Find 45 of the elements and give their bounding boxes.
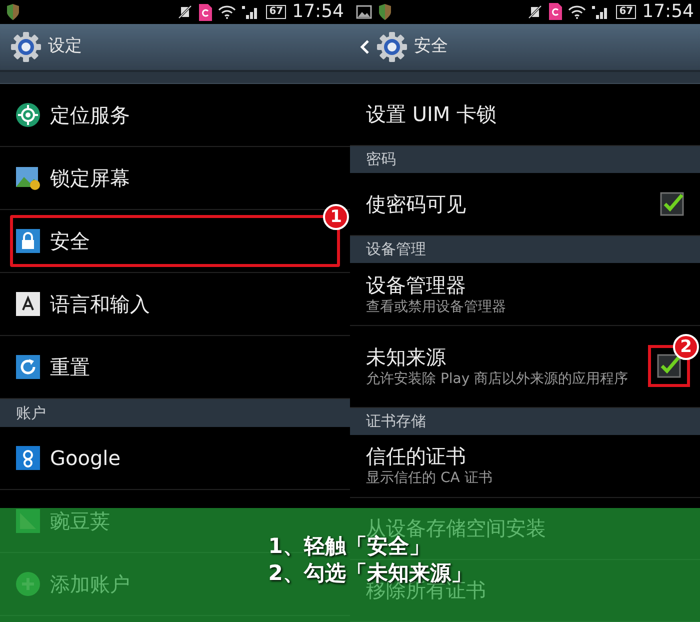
- vibrate-off-icon: [177, 5, 194, 19]
- wifi-icon: [218, 5, 236, 19]
- setting-title[interactable]: 使密码可见: [366, 191, 466, 218]
- setting-title[interactable]: 未知来源: [366, 344, 628, 370]
- vibrate-off-icon: [527, 4, 544, 19]
- sim-card-icon: [549, 3, 562, 20]
- back-icon[interactable]: [360, 38, 370, 55]
- shield-icon: [378, 4, 392, 20]
- section-header: 设备管理: [366, 239, 426, 260]
- setting-description: 查看或禁用设备管理器: [366, 298, 506, 316]
- setting-title[interactable]: 锁定屏幕: [50, 165, 130, 191]
- location-target-icon: [16, 103, 40, 127]
- setting-title[interactable]: 信任的证书: [366, 443, 492, 470]
- battery-level: 67: [266, 5, 286, 19]
- setting-title[interactable]: 定位服务: [50, 102, 130, 128]
- shield-icon: [6, 4, 20, 20]
- google-account-icon: [16, 446, 40, 470]
- sim-card-icon: [199, 4, 212, 20]
- clock-time: 17:54: [292, 3, 344, 21]
- keyboard-key-icon: [16, 292, 40, 316]
- padlock-icon: [16, 229, 40, 253]
- section-header: 账户: [16, 402, 46, 424]
- step-number-badge: 2: [673, 334, 699, 360]
- step-number-badge: 1: [323, 204, 349, 230]
- settings-icon: [10, 31, 42, 63]
- section-header: 密码: [366, 149, 396, 170]
- checkbox[interactable]: [657, 354, 681, 378]
- setting-description: 显示信任的 CA 证书: [366, 469, 492, 488]
- clock-time: 17:54: [642, 2, 694, 21]
- setting-title[interactable]: 重置: [50, 354, 90, 380]
- setting-title[interactable]: 设备管理器: [366, 272, 506, 298]
- setting-description: 允许安装除 Play 商店以外来源的应用程序: [366, 370, 628, 389]
- screen-title: 安全: [414, 34, 448, 58]
- section-header: 证书存储: [366, 411, 426, 432]
- setting-title[interactable]: 设置 UIM 卡锁: [366, 101, 497, 128]
- checkbox[interactable]: [660, 192, 684, 216]
- setting-title[interactable]: 语言和输入: [50, 291, 150, 317]
- settings-icon: [376, 30, 408, 63]
- wifi-icon: [568, 4, 586, 19]
- battery-level: 67: [616, 4, 636, 19]
- setting-title[interactable]: Google: [50, 445, 121, 471]
- landscape-picture-icon: [16, 166, 40, 190]
- setting-title[interactable]: 安全: [50, 228, 90, 254]
- screen-title: 设定: [48, 35, 82, 58]
- picture-icon: [356, 4, 372, 19]
